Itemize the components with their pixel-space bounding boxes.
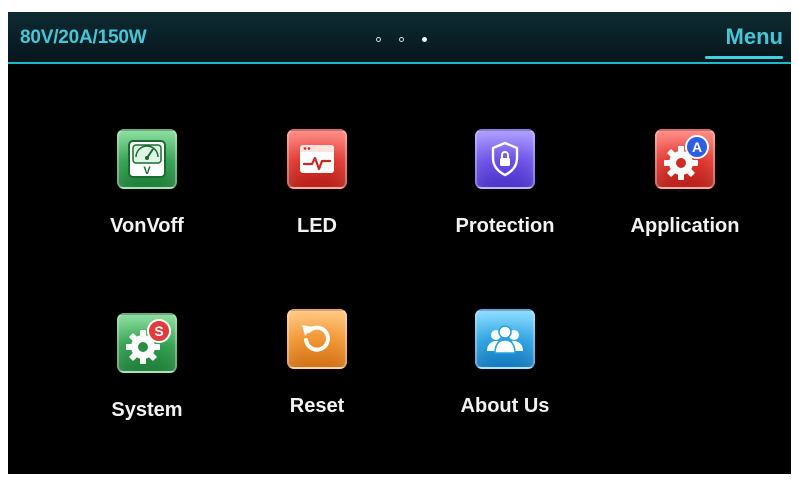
svg-text:A: A [692,139,702,155]
app-label-system: System [111,399,183,421]
page-dot-1[interactable] [376,36,381,42]
app-tile-protection[interactable]: Protection [425,129,585,249]
app-tile-system[interactable]: S System [67,313,227,433]
svg-text:S: S [154,323,163,339]
app-label-reset: Reset [289,395,345,417]
svg-text:V: V [143,165,151,177]
users-icon [475,309,535,369]
voltmeter-icon: V [117,129,177,189]
page-indicator [376,34,427,44]
app-label-about-us: About Us [460,395,550,417]
waveform-window-icon [287,129,347,189]
app-label-led: LED [297,215,337,237]
app-tile-reset[interactable]: Reset [237,309,397,429]
menu-tab[interactable]: Menu [726,24,783,50]
app-tile-about-us[interactable]: About Us [425,309,585,429]
app-label-vonvoff: VonVoff [110,215,184,237]
reset-arrow-icon [287,309,347,369]
app-label-application: Application [630,215,740,237]
menu-tab-underline [705,56,783,59]
top-bar: 80V/20A/150W Menu [8,12,791,64]
page-dot-2[interactable] [399,36,404,42]
page-dot-3-active[interactable] [422,36,427,42]
model-rating-label: 80V/20A/150W [20,27,147,48]
app-tile-led[interactable]: LED [237,129,397,249]
app-tile-application[interactable]: A Application [605,129,765,249]
gear-a-badge-icon: A [655,129,715,189]
gear-s-badge-icon: S [117,313,177,373]
app-tile-vonvoff[interactable]: V VonVoff [67,129,227,249]
device-screen: 80V/20A/150W Menu V VonVoff LED Protecti… [8,12,791,474]
app-label-protection: Protection [455,215,555,237]
shield-lock-icon [475,129,535,189]
